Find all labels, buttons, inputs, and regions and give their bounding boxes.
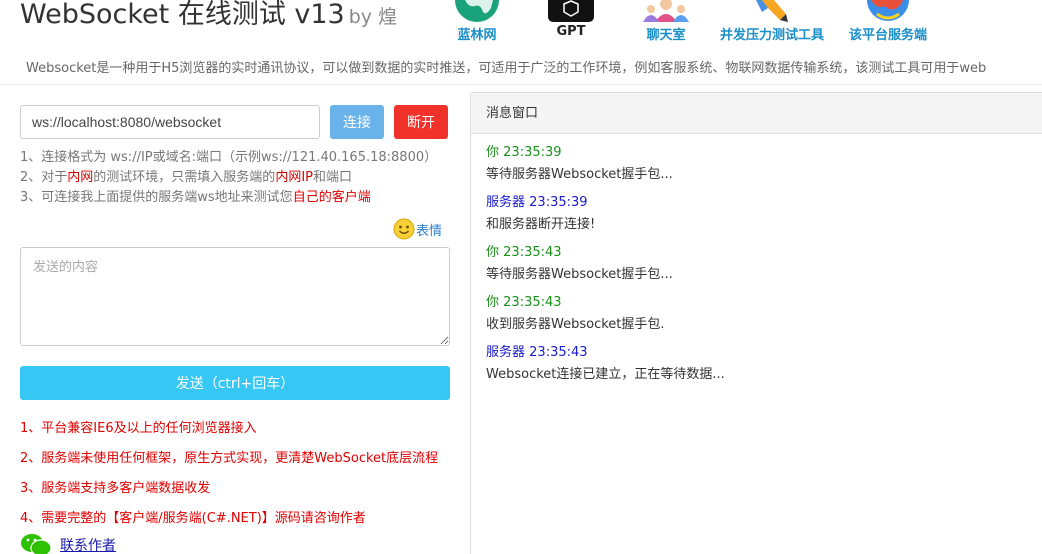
message-text: 等待服务器Websocket握手包... [486,267,673,282]
message-sender: 你 [486,145,500,160]
header: WebSocket 在线测试 v13 by 煌 蓝林网 GPT 聊天室 并发压力… [0,0,1042,76]
connect-button[interactable]: 连接 [330,105,384,139]
nav-label: 该平台服务端 [848,28,928,43]
nav-stress-test[interactable]: 并发压力测试工具 [720,0,824,43]
message-time: 23:35:43 [503,245,562,260]
message-time: 23:35:39 [529,195,588,210]
nav-label: 并发压力测试工具 [719,28,825,43]
tip-1: 1、连接格式为 ws://IP或域名:端口（示例ws://121.40.165.… [20,150,438,165]
message-meta: 你 23:35:43 [486,242,1034,264]
site-title-text: WebSocket 在线测试 v13 [20,0,345,30]
message-list[interactable]: 你 23:35:39 等待服务器Websocket握手包... 服务器 23:3… [471,134,1042,400]
message-item: 你 23:35:43 等待服务器Websocket握手包... [486,242,1034,286]
nav-label: 聊天室 [646,28,686,43]
message-item: 你 23:35:39 等待服务器Websocket握手包... [486,142,1034,186]
message-sender: 服务器 [486,195,526,210]
message-time: 23:35:39 [503,145,562,160]
nav-gpt[interactable]: GPT [548,0,594,39]
tip-2-part: 的测试环境，只需填入服务端的 [93,170,276,185]
nav-chatroom[interactable]: 聊天室 [641,0,691,43]
message-meta: 服务器 23:35:43 [486,342,1034,364]
globe-icon [455,0,499,22]
message-text: 等待服务器Websocket握手包... [486,167,673,182]
tip-3: 3、可连接我上面提供的服务端ws地址来测试您自己的客户端 [20,186,371,205]
tip-2-part: 和端口 [313,170,353,185]
openai-icon [548,0,594,22]
site-title: WebSocket 在线测试 v13 by 煌 [20,0,397,31]
contact-row: 联系作者 [20,533,116,554]
message-meta: 服务器 23:35:39 [486,192,1034,214]
server-globe-icon [867,0,909,21]
nav-label: GPT [556,24,586,39]
emoji-button[interactable]: 表情 [393,218,442,240]
note-2: 2、服务端未使用任何框架，原生方式实现，更清楚WebSocket底层流程 [20,451,439,466]
tip-2-highlight: 内网IP [275,170,313,185]
tip-2: 2、对于内网的测试环境，只需填入服务端的内网IP和端口 [20,166,352,185]
server-url-input[interactable] [20,105,320,139]
message-panel-title: 消息窗口 [471,93,1042,134]
subtitle: Websocket是一种用于H5浏览器的实时通讯协议，可以做到数据的实时推送，可… [26,61,987,76]
note-3: 3、服务端支持多客户端数据收发 [20,481,211,496]
message-meta: 你 23:35:43 [486,292,1034,314]
message-sender: 你 [486,245,500,260]
nav-platform-server[interactable]: 该平台服务端 [849,0,927,43]
tip-2-highlight: 内网 [67,170,94,185]
contact-author-link[interactable]: 联系作者 [60,535,116,554]
pencil-tool-icon [756,0,788,22]
tip-2-part: 2、对于 [20,170,68,185]
message-text: Websocket连接已建立，正在等待数据... [486,367,725,382]
disconnect-button[interactable]: 断开 [394,105,448,139]
message-item: 你 23:35:43 收到服务器Websocket握手包. [486,292,1034,336]
message-input[interactable] [20,247,450,346]
message-time: 23:35:43 [529,345,588,360]
message-sender: 服务器 [486,345,526,360]
message-item: 服务器 23:35:43 Websocket连接已建立，正在等待数据... [486,342,1034,386]
message-item: 服务器 23:35:39 和服务器断开连接! [486,192,1034,236]
message-time: 23:35:43 [503,295,562,310]
tip-3-highlight: 自己的客户端 [292,190,371,205]
note-4: 4、需要完整的【客户端/服务端(C#.NET)】源码请咨询作者 [20,511,366,526]
message-sender: 你 [486,295,500,310]
divider [0,84,1042,85]
message-text: 和服务器断开连接! [486,217,596,232]
tip-3-part: 3、可连接我上面提供的服务端ws地址来测试您 [20,190,293,205]
site-author: by 煌 [348,6,398,28]
chat-people-icon [643,0,689,22]
message-text: 收到服务器Websocket握手包. [486,317,665,332]
emoji-label: 表情 [416,223,443,239]
send-button[interactable]: 发送（ctrl+回车） [20,366,450,400]
nav-label: 蓝林网 [457,28,497,43]
message-meta: 你 23:35:39 [486,142,1034,164]
nav-lanlin[interactable]: 蓝林网 [453,0,501,43]
smiley-icon [393,218,415,240]
note-1: 1、平台兼容IE6及以上的任何浏览器接入 [20,421,257,436]
wechat-icon [21,534,52,554]
message-panel: 消息窗口 你 23:35:39 等待服务器Websocket握手包... 服务器… [470,92,1042,554]
